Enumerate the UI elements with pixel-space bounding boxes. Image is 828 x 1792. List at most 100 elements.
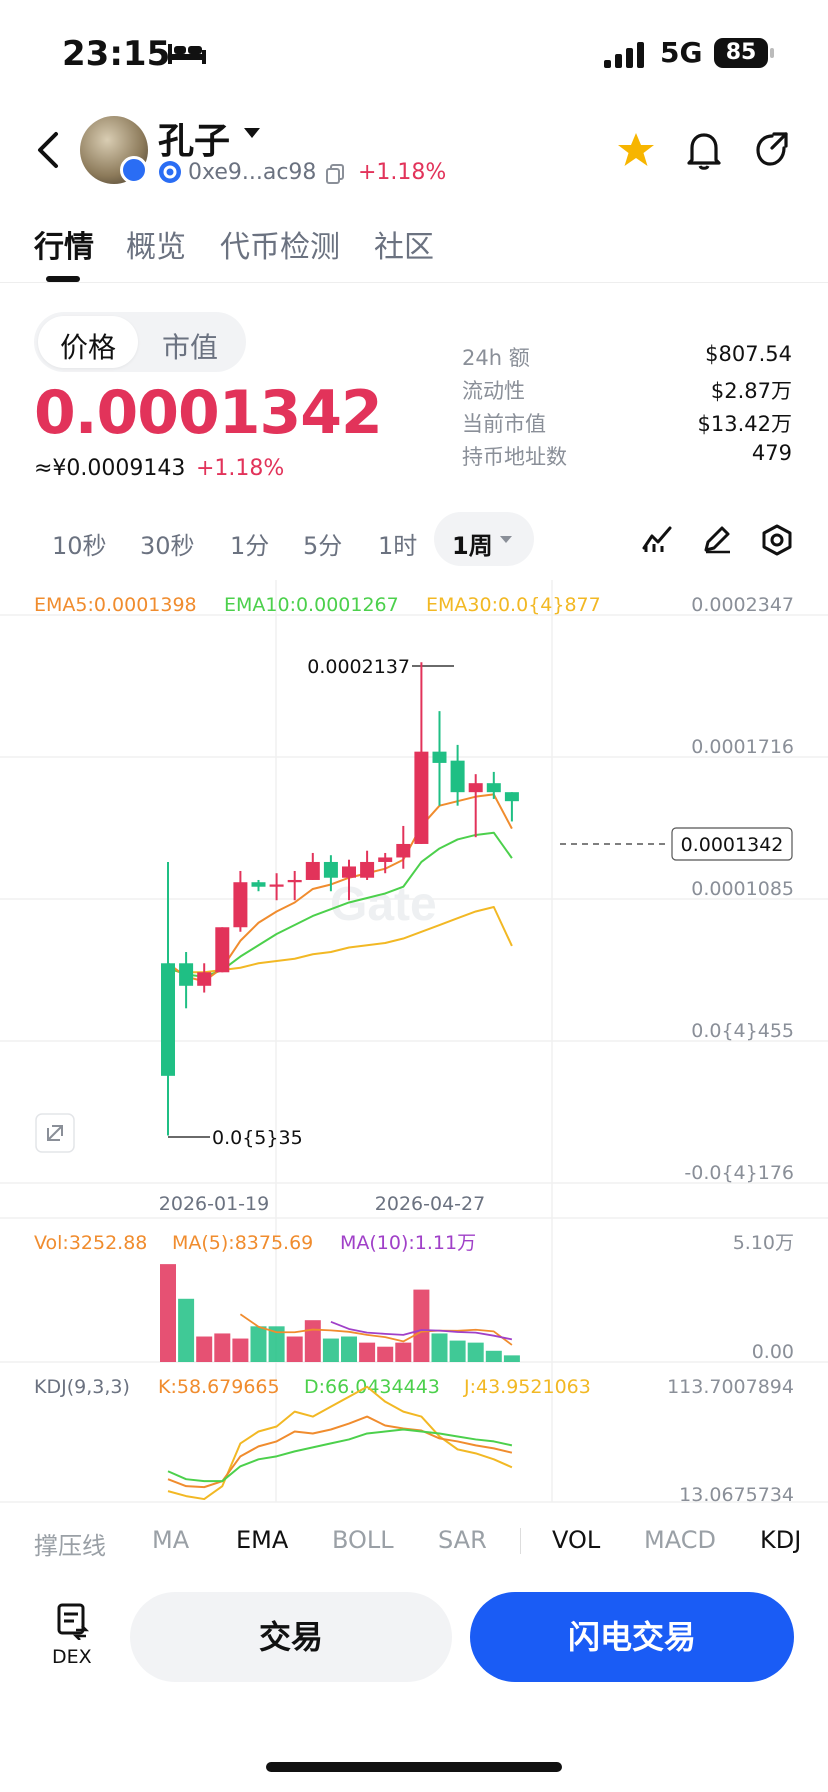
stat-value: $2.87万 [710,379,792,403]
chain-icon [159,161,181,183]
toggle-price[interactable]: 价格 [60,326,116,366]
expand-icon[interactable] [35,1113,75,1153]
volume-bar [431,1333,448,1362]
candle-body [486,783,501,793]
candle-body [342,866,356,878]
indicator-tab-kdj[interactable]: KDJ [760,1526,801,1554]
battery-level: 85 [714,38,768,68]
y-tick: -0.0{4}176 [684,1162,794,1184]
tab-market[interactable]: 行情 [34,222,94,266]
stat-value: 479 [751,441,792,465]
trade-button[interactable]: 交易 [130,1592,452,1682]
candle-body [450,760,465,793]
token-name[interactable]: 孔子 [158,112,230,164]
status-time: 23:15 [62,34,171,74]
candle-body [504,792,519,802]
timeframe-5m[interactable]: 5分 [303,526,342,561]
candle-body [179,963,194,986]
ema5-legend: EMA5:0.0001398 [34,594,197,616]
kdj-k-legend: K:58.679665 [158,1376,280,1398]
volume-bar [196,1336,213,1362]
dex-label[interactable]: DEX [52,1646,92,1668]
flash-trade-button[interactable]: 闪电交易 [470,1592,794,1682]
volume-bar [413,1289,430,1362]
timeframe-1w[interactable]: 1周 [452,526,493,561]
divider [520,1528,521,1554]
kdj-title: KDJ(9,3,3) [34,1376,130,1398]
tab-community[interactable]: 社区 [374,222,434,266]
low-label: 0.0{5}35 [212,1127,303,1149]
indicator-tab-boll[interactable]: BOLL [332,1526,394,1554]
share-icon[interactable] [754,130,790,168]
kdj-y-top: 113.7007894 [667,1376,794,1398]
y-tick: 0.0{4}455 [691,1020,794,1042]
y-tick: 0.0001085 [691,878,794,900]
indicator-tab-ma[interactable]: MA [152,1526,189,1554]
indicator-tab-macd[interactable]: MACD [644,1526,716,1554]
back-arrow-icon[interactable] [36,130,60,170]
indicator-tab-sar[interactable]: SAR [438,1526,487,1554]
indicator-tab-ema[interactable]: EMA [236,1526,288,1554]
volume-bar [485,1350,502,1362]
kdj-d-legend: D:66.0434443 [304,1376,440,1398]
candle-body [360,861,375,878]
bell-icon[interactable] [686,130,722,170]
timeframe-1h[interactable]: 1时 [378,526,417,561]
sleep-focus-icon [168,44,206,64]
price-chart[interactable]: Gate EMA5:0.0001398 EMA10:0.0001267 EMA3… [0,578,828,1518]
indicator-tab-support[interactable]: 撑压线 [34,1526,106,1561]
toggle-market-cap[interactable]: 市值 [162,326,218,366]
vol-ma5-legend: MA(5):8375.69 [172,1232,313,1254]
indicator-icon[interactable] [642,524,674,554]
y-tick: 0.0001716 [691,736,794,758]
candle-body [269,884,284,887]
settings-icon[interactable] [762,524,792,556]
volume-bar [178,1298,195,1362]
candle-body [197,972,212,986]
volume-bar [341,1336,357,1362]
candle-body [233,882,248,928]
volume-bar [359,1342,376,1362]
timeframe-30s[interactable]: 30秒 [140,526,195,561]
tab-overview[interactable]: 概览 [126,222,186,266]
volume-bar [377,1346,394,1362]
kdj-j-legend: J:43.9521063 [463,1376,591,1398]
kdj-y-bottom: 13.0675734 [679,1484,794,1506]
current-price: 0.0001342 [34,378,383,448]
stat-value: $13.42万 [697,412,792,436]
kdj-d-line [167,1428,513,1483]
caret-down-icon[interactable] [244,128,260,140]
price-change: +1.18% [196,456,285,481]
candle-body [378,857,393,862]
signal-icon [604,42,644,68]
candle-body [287,879,302,883]
contract-address: 0xe9...ac98 [188,160,317,185]
y-tick: 0.0002347 [691,594,794,616]
volume-bar [232,1338,249,1362]
network-label: 5G [660,36,703,69]
candle-body [215,927,230,973]
star-icon[interactable] [616,130,656,170]
dex-icon[interactable] [56,1602,90,1640]
timeframe-10s[interactable]: 10秒 [52,526,107,561]
stat-label: 24h 额 [462,346,530,370]
caret-down-icon[interactable] [500,536,512,544]
volume-bar [449,1340,466,1362]
candle-body [161,963,175,1076]
timeframe-1m[interactable]: 1分 [230,526,269,561]
x-tick: 2026-04-27 [375,1193,485,1215]
stat-label: 当前市值 [462,412,546,436]
volume-bar [395,1342,412,1362]
candle-body [251,882,266,887]
chain-badge-icon [120,156,148,184]
indicator-tab-vol[interactable]: VOL [552,1526,600,1554]
tab-token-check[interactable]: 代币检测 [220,222,340,266]
copy-icon[interactable] [326,164,344,184]
vol-legend: Vol:3252.88 [34,1232,147,1254]
volume-bar [250,1326,267,1362]
x-tick: 2026-01-19 [159,1193,269,1215]
candle-body [396,843,411,858]
volume-bar [214,1333,231,1362]
ema30-legend: EMA30:0.0{4}877 [426,594,601,616]
draw-pencil-icon[interactable] [702,524,732,554]
